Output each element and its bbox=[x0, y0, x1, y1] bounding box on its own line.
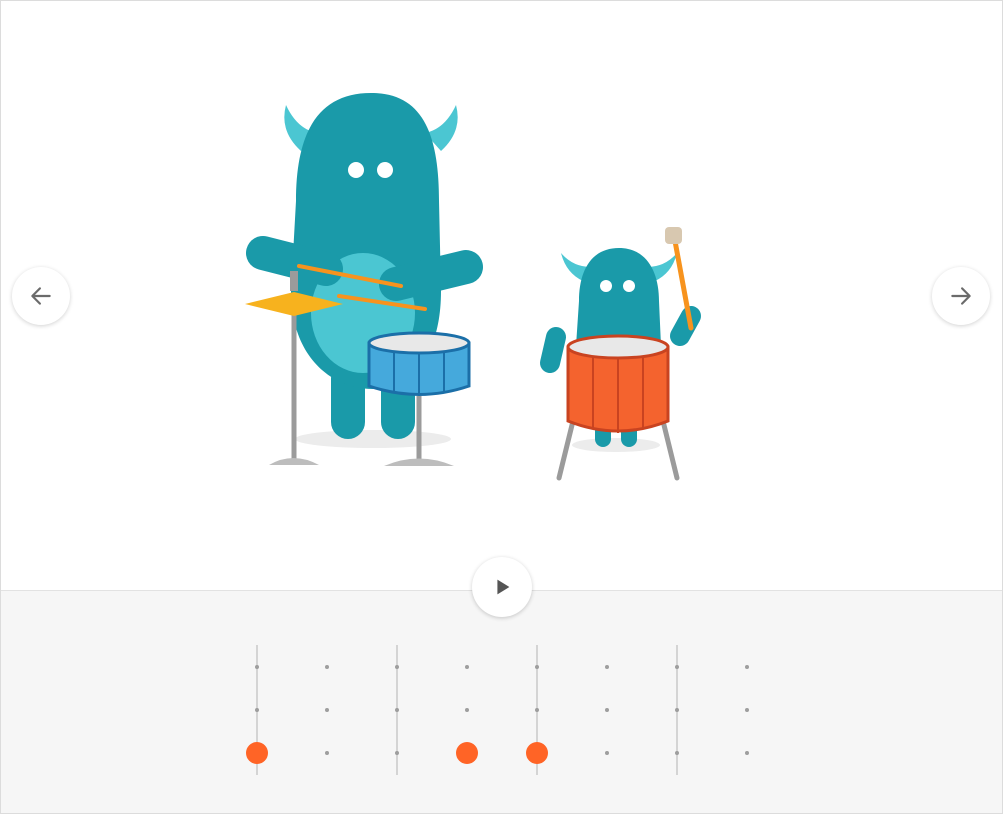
step-cell[interactable] bbox=[255, 665, 259, 669]
snare-stand-base bbox=[384, 458, 454, 466]
arrow-left-icon bbox=[31, 287, 51, 305]
cymbal-rod bbox=[290, 271, 298, 291]
step-cell[interactable] bbox=[465, 665, 469, 669]
small-monster-shadow bbox=[572, 438, 660, 452]
previous-button[interactable] bbox=[12, 267, 70, 325]
big-monster-right-arm bbox=[379, 250, 483, 301]
step-cell[interactable] bbox=[745, 708, 749, 712]
big-monster-shadow bbox=[295, 430, 451, 448]
play-button[interactable] bbox=[472, 557, 532, 617]
step-cell[interactable] bbox=[465, 708, 469, 712]
play-icon bbox=[497, 579, 510, 595]
step-cell[interactable] bbox=[605, 751, 609, 755]
small-monster-left-eye bbox=[600, 280, 612, 292]
cymbal-stand-base bbox=[269, 458, 319, 465]
step-cell[interactable] bbox=[675, 665, 679, 669]
stage bbox=[1, 1, 1002, 590]
bass-drum bbox=[556, 334, 680, 481]
step-cell[interactable] bbox=[395, 665, 399, 669]
step-cell[interactable] bbox=[535, 708, 539, 712]
step-cell[interactable] bbox=[325, 665, 329, 669]
next-button[interactable] bbox=[932, 267, 990, 325]
app-frame bbox=[0, 0, 1003, 814]
step-cell[interactable] bbox=[675, 751, 679, 755]
step-cell[interactable] bbox=[325, 751, 329, 755]
step-cell[interactable] bbox=[395, 751, 399, 755]
arrow-right-icon bbox=[951, 287, 971, 305]
step-cell[interactable] bbox=[255, 708, 259, 712]
scene-illustration bbox=[245, 93, 701, 481]
active-note[interactable] bbox=[246, 742, 268, 764]
active-note[interactable] bbox=[456, 742, 478, 764]
sequencer-grid bbox=[246, 645, 749, 775]
small-monster-left-arm bbox=[540, 327, 566, 373]
snare-head bbox=[367, 331, 471, 355]
big-monster-left-arm bbox=[246, 236, 343, 286]
step-cell[interactable] bbox=[605, 665, 609, 669]
active-note[interactable] bbox=[526, 742, 548, 764]
step-cell[interactable] bbox=[745, 751, 749, 755]
step-cell[interactable] bbox=[325, 708, 329, 712]
step-cell[interactable] bbox=[675, 708, 679, 712]
step-cell[interactable] bbox=[395, 708, 399, 712]
bass-drum-head bbox=[566, 334, 670, 360]
small-monster-right-eye bbox=[623, 280, 635, 292]
big-monster-left-eye bbox=[348, 162, 364, 178]
big-monster-right-eye bbox=[377, 162, 393, 178]
mallet-head bbox=[665, 227, 682, 244]
step-cell[interactable] bbox=[605, 708, 609, 712]
step-cell[interactable] bbox=[745, 665, 749, 669]
step-cell[interactable] bbox=[535, 665, 539, 669]
